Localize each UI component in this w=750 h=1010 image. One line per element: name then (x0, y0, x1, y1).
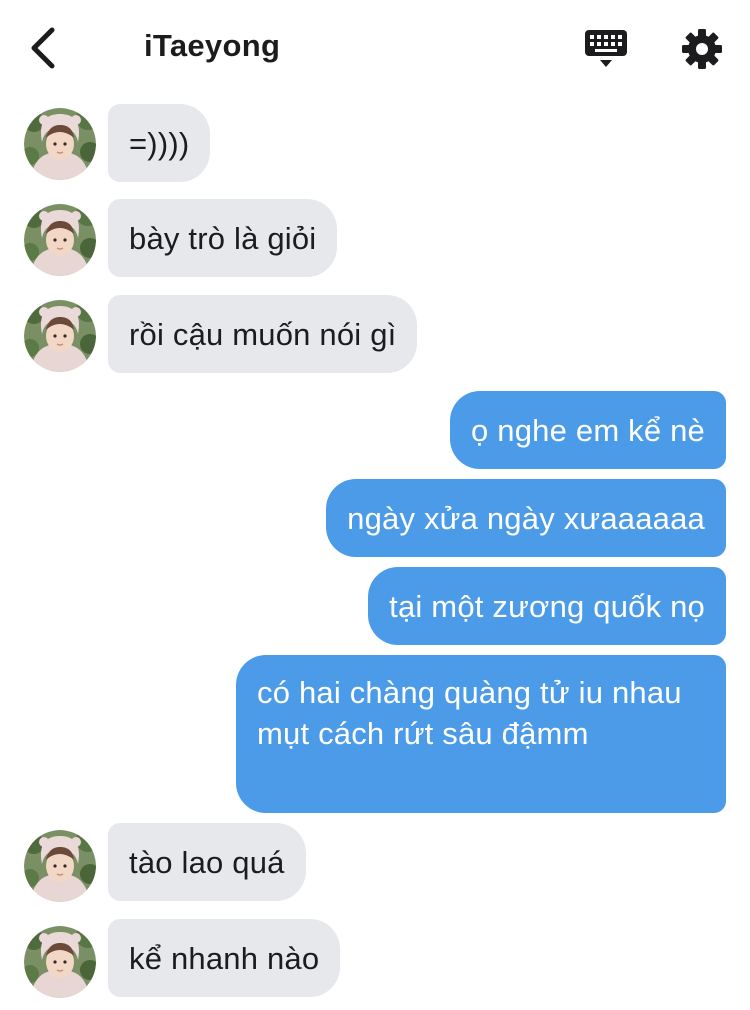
incoming-message-bubble[interactable]: kể nhanh nào (108, 919, 341, 997)
keyboard-icon (585, 30, 627, 67)
gear-icon (682, 29, 722, 69)
incoming-message-bubble[interactable]: tào lao quá (108, 823, 306, 901)
incoming-message-bubble[interactable]: rồi cậu muốn nói gì (108, 295, 418, 373)
incoming-message-bubble[interactable]: bày trò là giỏi (108, 199, 338, 277)
chevron-left-icon (31, 27, 55, 69)
outgoing-message-bubble[interactable]: ọ nghe em kể nè (450, 391, 726, 469)
outgoing-message-bubble[interactable]: tại một zương quốk nọ (368, 567, 726, 645)
incoming-message-bubble[interactable]: =)))) (108, 104, 211, 182)
back-button[interactable] (22, 22, 70, 74)
settings-button[interactable] (680, 27, 724, 71)
avatar[interactable] (24, 204, 96, 276)
avatar[interactable] (24, 300, 96, 372)
avatar[interactable] (24, 926, 96, 998)
conversation-title: iTaeyong (144, 28, 281, 63)
avatar[interactable] (24, 108, 96, 180)
keyboard-button[interactable] (582, 24, 630, 72)
avatar[interactable] (24, 830, 96, 902)
outgoing-message-bubble[interactable]: ngày xửa ngày xưaaaaaa (326, 479, 726, 557)
chat-header: iTaeyong (0, 0, 750, 96)
outgoing-message-bubble[interactable]: có hai chàng quàng tử iu nhau mụt cách r… (236, 655, 726, 813)
